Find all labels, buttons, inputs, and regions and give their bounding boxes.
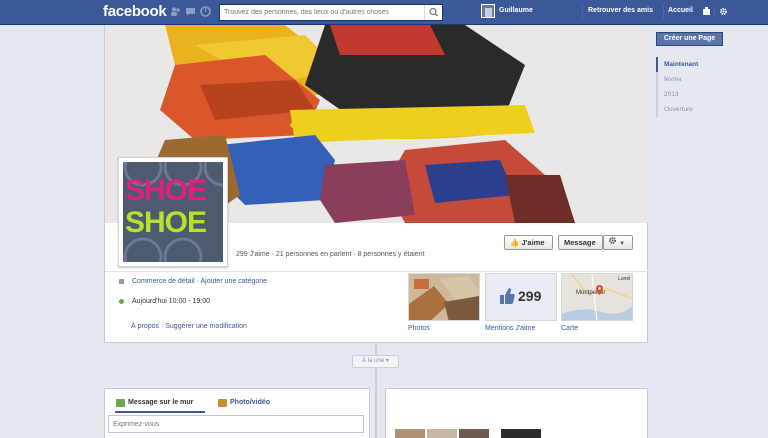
profile-text-pink: SHOE — [125, 174, 207, 207]
likes-count: 299 — [518, 288, 542, 304]
messages-icon[interactable] — [185, 6, 196, 17]
photo-icon — [218, 399, 227, 407]
search-box[interactable] — [219, 4, 443, 21]
map-tile-label[interactable]: Carte — [561, 325, 578, 332]
message-button[interactable]: Message — [558, 235, 603, 250]
user-name-link[interactable]: Guillaume — [499, 7, 533, 14]
photos-tile-label[interactable]: Photos — [408, 325, 430, 332]
search-icon — [429, 7, 438, 17]
settings-dropdown-button[interactable]: ▼ — [603, 235, 633, 250]
photos-tile[interactable] — [408, 273, 480, 321]
chevron-down-icon: ▼ — [619, 241, 626, 247]
timeline-nav-now[interactable]: Maintenant — [656, 57, 748, 72]
avatar[interactable] — [481, 4, 495, 18]
timeline-nav-opening[interactable]: Ouverture — [658, 102, 748, 117]
divider — [714, 5, 715, 19]
category-text[interactable]: Commerce de détail · Ajouter une catégor… — [132, 278, 267, 285]
thumbs-up-icon — [499, 287, 515, 307]
status-icon — [116, 399, 125, 407]
page-profile-picture[interactable]: SHOE SHOE — [118, 157, 228, 267]
thumbs-up-icon: 👍 — [510, 238, 520, 247]
friend-requests-icon[interactable] — [170, 6, 181, 17]
divider — [663, 5, 664, 19]
recent-photos-strip — [395, 429, 541, 438]
search-input[interactable] — [220, 5, 424, 20]
tag-icon — [119, 279, 124, 284]
map-pin-icon — [596, 285, 603, 297]
photos-thumbnail — [409, 274, 479, 320]
find-friends-link[interactable]: Retrouver des amis — [588, 7, 653, 14]
like-button[interactable]: 👍 J'aime — [504, 235, 553, 250]
notifications-icon[interactable] — [200, 6, 211, 17]
tab-status-underline — [115, 411, 205, 413]
search-button[interactable] — [424, 5, 442, 20]
likes-tile-label[interactable]: Mentions J'aime — [485, 325, 535, 332]
facebook-logo[interactable]: facebook — [103, 3, 167, 20]
timeline-nav-february[interactable]: février — [658, 72, 748, 87]
like-button-label: J'aime — [521, 238, 545, 247]
recent-activity-card — [385, 388, 648, 438]
divider — [582, 5, 583, 19]
open-status-icon — [119, 299, 124, 304]
tab-photo-video[interactable]: Photo/vidéo — [230, 399, 270, 406]
top-bar: facebook Guillaume Retrouver des amis Ac… — [0, 0, 768, 25]
map-label-top: Lunel — [618, 276, 631, 282]
account-icon[interactable] — [702, 7, 711, 19]
gear-icon[interactable] — [719, 7, 728, 19]
divider — [105, 271, 648, 272]
profile-picture-image: SHOE SHOE — [123, 162, 223, 262]
home-link[interactable]: Accueil — [668, 7, 693, 14]
hours-text: Aujourd'hui 10:00 - 19:00 — [132, 298, 211, 305]
about-link[interactable]: À propos · Suggérer une modification — [131, 323, 247, 330]
gear-icon — [608, 237, 619, 247]
likes-tile[interactable]: 299 — [485, 273, 557, 321]
create-page-button[interactable]: Créer une Page — [656, 32, 723, 46]
featured-dropdown[interactable]: À la une ▾ — [352, 355, 399, 368]
timeline-nav: Maintenant février 2013 Ouverture — [656, 57, 748, 117]
message-button-label: Message — [564, 238, 596, 247]
tab-status[interactable]: Message sur le mur — [128, 399, 193, 406]
status-input[interactable] — [108, 415, 364, 433]
profile-text-lime: SHOE — [125, 206, 207, 239]
timeline-nav-2013[interactable]: 2013 — [658, 87, 748, 102]
composer-card: Message sur le mur Photo/vidéo — [104, 388, 370, 438]
map-tile[interactable]: Lunel Montpellier — [561, 273, 633, 321]
page-stats: 299 J'aime · 21 personnes en parlent · 8… — [236, 251, 425, 258]
